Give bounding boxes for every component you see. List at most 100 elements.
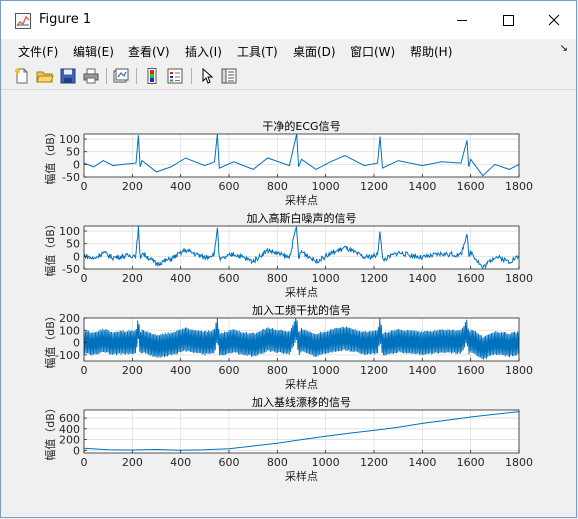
y-tick-label: 50 [66,238,80,251]
link-plot-icon[interactable] [112,67,130,85]
menu-window[interactable]: 窗口(W) [350,43,395,60]
axes-background [84,226,519,269]
menu-view[interactable]: 查看(V) [128,43,170,60]
x-tick-label: 1400 [408,456,436,469]
x-tick-label: 0 [81,456,88,469]
y-axis-label: 幅值（dB） [44,402,57,461]
menu-bar: 文件(F) 编辑(E) 查看(V) 插入(I) 工具(T) 桌面(D) 窗口(W… [1,39,576,61]
menu-tools[interactable]: 工具(T) [237,43,278,60]
x-tick-label: 200 [122,456,143,469]
window-title: Figure 1 [39,12,92,27]
y-tick-label: 600 [59,412,80,425]
minimize-icon [457,20,467,21]
x-tick-label: 400 [170,180,191,193]
x-tick-label: 1200 [360,272,388,285]
new-figure-icon[interactable] [13,67,31,85]
x-tick-label: 1400 [408,180,436,193]
x-tick-label: 800 [267,272,288,285]
x-axis-label: 采样点 [285,285,318,299]
edit-plot-pointer-icon[interactable] [198,67,216,85]
y-axis-label: 幅值（dB） [44,126,57,185]
x-tick-label: 800 [267,456,288,469]
y-axis-label: 幅值（dB） [44,218,57,277]
x-tick-label: 0 [81,272,88,285]
x-tick-label: 1000 [312,272,340,285]
open-file-icon[interactable] [36,67,54,85]
y-tick-label: 50 [66,146,80,159]
axes-background [84,410,519,453]
toolbar-separator [106,68,107,84]
maximize-button[interactable] [485,1,531,39]
x-tick-label: 1600 [457,272,485,285]
x-tick-label: 400 [170,272,191,285]
subplot-title: 加入工频干扰的信号 [252,303,351,317]
y-tick-label: 100 [59,324,80,337]
figure-window: Figure 1 文件(F) 编辑(E) 查看(V) 插入(I) 工具(T) 桌… [0,0,577,518]
x-tick-label: 800 [267,364,288,377]
subplot-title: 加入高斯白噪声的信号 [247,211,357,225]
x-tick-label: 1400 [408,364,436,377]
figure-plot-area: 0 200 400 600 800 1000 1200 1400 1600 1800-500501… [44,119,533,483]
y-tick-label: 200 [59,312,80,325]
x-tick-label: 1000 [312,456,340,469]
property-inspector-icon[interactable] [220,67,238,85]
x-tick-label: 200 [122,180,143,193]
x-tick-label: 1800 [505,272,533,285]
figure-toolbar [1,63,576,90]
x-tick-label: 1000 [312,180,340,193]
title-bar[interactable]: Figure 1 [1,1,576,39]
x-tick-label: 1200 [360,456,388,469]
x-tick-label: 0 [81,364,88,377]
subplot-1: 0 200 400 600 800 1000 1200 1400 1600 1800-500501… [44,119,533,207]
y-tick-label: 100 [59,133,80,146]
matlab-figure-icon [15,13,31,29]
x-tick-label: 200 [122,364,143,377]
y-axis-label: 幅值（dB） [44,310,57,369]
x-tick-label: 1800 [505,456,533,469]
subplot-3: 0 200 400 600 800 1000 1200 1400 1600 1800-100010… [44,303,533,391]
x-tick-label: 1600 [457,180,485,193]
minimize-button[interactable] [439,1,485,39]
x-tick-label: 1200 [360,364,388,377]
x-axis-label: 采样点 [285,377,318,391]
x-tick-label: 400 [170,364,191,377]
menu-overflow-arrow-icon[interactable]: ↘ [560,43,568,54]
x-tick-label: 1800 [505,364,533,377]
y-tick-label: 100 [59,225,80,238]
menu-file[interactable]: 文件(F) [18,43,58,60]
x-tick-label: 600 [219,180,240,193]
menu-edit[interactable]: 编辑(E) [73,43,114,60]
x-tick-label: 600 [219,272,240,285]
x-tick-label: 1800 [505,180,533,193]
x-tick-label: 1400 [408,272,436,285]
menu-desktop[interactable]: 桌面(D) [293,43,336,60]
insert-colorbar-icon[interactable] [143,67,161,85]
subplot-4: 0 200 400 600 800 1000 1200 1400 1600 18000200400… [44,395,533,483]
x-tick-label: 200 [122,272,143,285]
insert-legend-icon[interactable] [166,67,184,85]
subplot-title: 干净的ECG信号 [262,119,340,133]
y-tick-label: 0 [73,337,80,350]
print-icon[interactable] [82,67,100,85]
y-tick-label: -100 [55,349,80,362]
axes-background [84,134,519,177]
y-tick-label: 0 [73,250,80,263]
x-tick-label: 600 [219,456,240,469]
close-icon [548,14,560,26]
menu-help[interactable]: 帮助(H) [410,43,452,60]
y-tick-label: -50 [62,171,80,184]
toolbar-separator [136,68,137,84]
close-button[interactable] [531,1,577,39]
x-tick-label: 0 [81,180,88,193]
x-tick-label: 600 [219,364,240,377]
menu-insert[interactable]: 插入(I) [185,43,222,60]
x-tick-label: 1200 [360,180,388,193]
x-tick-label: 1600 [457,364,485,377]
x-axis-label: 采样点 [285,193,318,207]
x-axis-label: 采样点 [285,469,318,483]
save-icon[interactable] [59,67,77,85]
y-tick-label: -50 [62,263,80,276]
toolbar-separator [191,68,192,84]
x-tick-label: 400 [170,456,191,469]
subplot-2: 0 200 400 600 800 1000 1200 1400 1600 1800-500501… [44,211,533,299]
